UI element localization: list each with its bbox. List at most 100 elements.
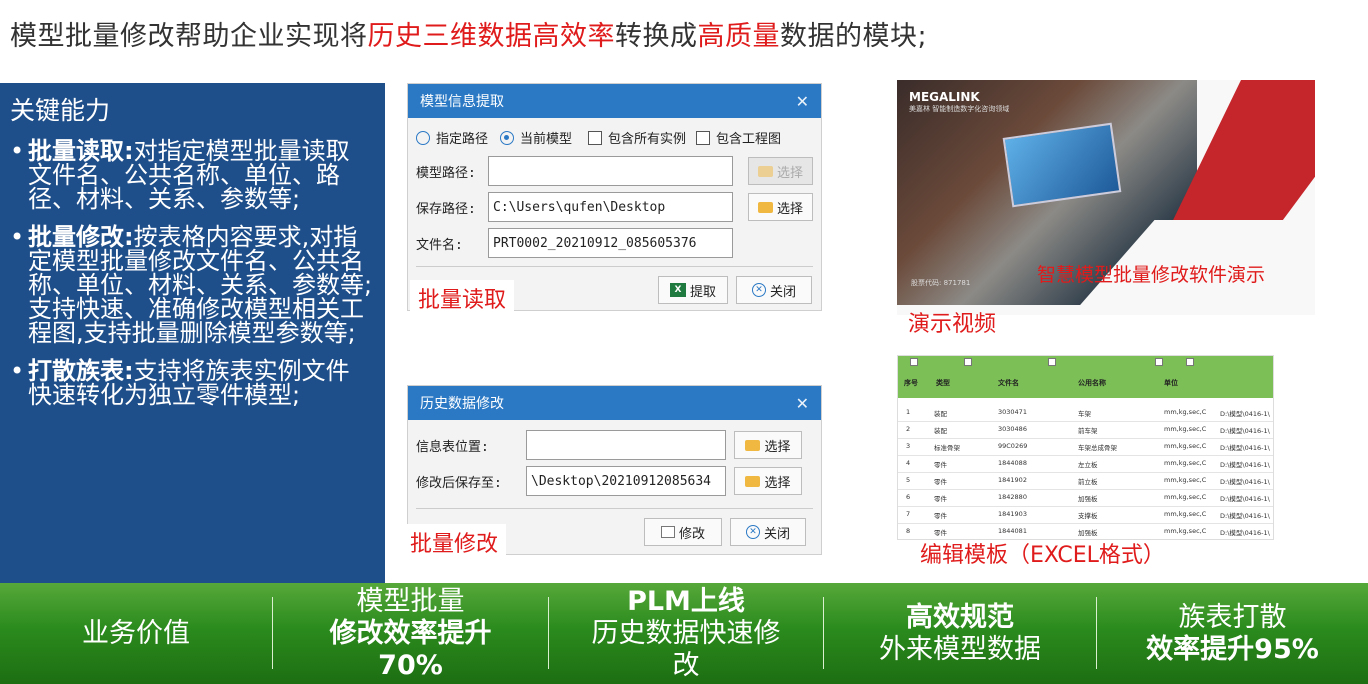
capability-item: 批量读取:对指定模型批量读取文件名、公共名称、单位、路径、材料、关系、参数等;: [10, 139, 373, 211]
excel-col-header: 单位: [1164, 379, 1178, 387]
company-subtitle: 美嘉林 智能制造数字化咨询领域: [909, 105, 1010, 113]
select-info-table-button[interactable]: 选择: [734, 431, 802, 459]
value-line-bold: 效率提升95%: [1146, 633, 1319, 665]
field-label: 修改后保存至:: [416, 475, 502, 491]
close-button[interactable]: ✕ 关闭: [730, 518, 806, 546]
radio-label: 指定路径: [436, 132, 489, 147]
value-line-bold: 修改效率提升: [329, 617, 492, 649]
excel-cell: 支撑板: [1078, 512, 1098, 520]
checkbox-drawings[interactable]: [696, 130, 711, 145]
value-line: 历史数据快速修: [591, 617, 781, 649]
caption-excel-template: 编辑模板（EXCEL格式）: [920, 543, 1165, 568]
save-to-input[interactable]: \Desktop\20210912085634: [526, 466, 726, 496]
excel-cell: mm,kg,sec,C: [1164, 408, 1207, 416]
excel-cell: D:\模型\0416-1\: [1220, 495, 1270, 503]
panel-title: 关键能力: [10, 96, 111, 125]
excel-cell: 3030486: [998, 425, 1027, 433]
dialog-title: 模型信息提取: [420, 94, 504, 110]
excel-cell: 1842880: [998, 493, 1027, 501]
excel-cell: 装配: [934, 410, 947, 418]
excel-cell: mm,kg,sec,C: [1164, 459, 1207, 467]
excel-cell: 1844088: [998, 459, 1027, 467]
folder-icon: [757, 165, 773, 177]
filter-dropdown-icon: [1048, 358, 1056, 366]
excel-cell: 装配: [934, 427, 947, 435]
caption-batch-read: 批量读取: [410, 280, 515, 316]
close-icon[interactable]: ✕: [796, 92, 809, 111]
excel-cell: 7: [906, 510, 911, 518]
excel-template-image: 序号 类型 文件名 公用名称 单位 1 装配 3030471 车架 mm,kg,sec,…: [897, 355, 1274, 540]
demo-video-thumbnail[interactable]: MEGALINK 美嘉林 智能制造数字化咨询领域 股票代码: 871781 智慧…: [897, 80, 1315, 315]
headline-seg4: 高质量: [697, 21, 780, 52]
excel-cell: 零件: [934, 495, 947, 503]
radio-specified-path[interactable]: [416, 130, 430, 145]
excel-cell: 车架: [1078, 410, 1091, 418]
headline-highlight-efficiency: 转换成: [615, 21, 698, 52]
excel-cell: mm,kg,sec,C: [1164, 510, 1207, 518]
radio-current-model[interactable]: [500, 130, 515, 145]
excel-cell: D:\模型\0416-1\: [1220, 444, 1270, 452]
excel-cell: 加强板: [1078, 495, 1098, 503]
select-save-to-button[interactable]: 选择: [734, 467, 802, 495]
close-button[interactable]: ✕ 关闭: [736, 276, 812, 304]
excel-cell: 99C0269: [998, 442, 1028, 450]
value-label-text: 业务价值: [82, 617, 190, 649]
excel-cell: 1: [906, 408, 911, 416]
close-icon[interactable]: ✕: [796, 394, 809, 413]
field-label: 文件名:: [416, 237, 463, 253]
headline-highlight-history: 历史三维数据: [367, 21, 533, 52]
save-path-input[interactable]: C:\Users\qufen\Desktop: [488, 192, 733, 222]
select-save-path-button[interactable]: 选择: [748, 193, 813, 221]
excel-cell: 零件: [934, 512, 947, 520]
excel-cell: mm,kg,sec,C: [1164, 476, 1207, 484]
button-label: 关闭: [769, 284, 796, 300]
model-info-extract-dialog: 模型信息提取 ✕ 指定路径 当前模型 包含所有实例 包含工程图 模型路径: 选择…: [407, 83, 822, 311]
excel-cell: 1844081: [998, 527, 1027, 535]
info-table-input[interactable]: [526, 430, 726, 460]
excel-cell: 1841903: [998, 510, 1027, 518]
headline: 模型批量修改帮助企业实现将历史三维数据高效率转换成高质量数据的模块;: [10, 14, 927, 53]
value-line-bold: 高效规范: [906, 601, 1014, 633]
excel-header-row: 序号 类型 文件名 公用名称 单位: [898, 356, 1273, 398]
megalink-logo: MEGALINK: [909, 90, 980, 104]
excel-cell: 4: [906, 459, 911, 467]
business-value-bar: 业务价值 模型批量 修改效率提升 70% PLM上线 历史数据快速修 改 高效规…: [0, 583, 1368, 684]
excel-cell: D:\模型\0416-1\: [1220, 410, 1270, 418]
value-cell-plm: PLM上线 历史数据快速修 改: [549, 583, 823, 684]
filename-input[interactable]: PRT0002_20210912_085605376: [488, 228, 733, 258]
filter-dropdown-icon: [964, 358, 972, 366]
model-path-input[interactable]: [488, 156, 733, 186]
button-label: 提取: [689, 284, 716, 300]
value-line-bold: PLM上线: [627, 585, 745, 617]
value-line: 改: [672, 649, 700, 681]
excel-cell: 左立板: [1078, 461, 1098, 469]
headline-highlight-quality: 数据的模块;: [780, 21, 928, 52]
checkbox-all-instances[interactable]: [588, 130, 603, 145]
excel-cell: 前车架: [1078, 427, 1098, 435]
select-model-path-button[interactable]: 选择: [748, 157, 813, 185]
excel-cell: mm,kg,sec,C: [1164, 527, 1207, 535]
button-label: 修改: [678, 526, 705, 542]
excel-col-header: 公用名称: [1078, 379, 1106, 387]
filter-dropdown-icon: [1155, 358, 1163, 366]
caption-demo-video: 演示视频: [908, 312, 997, 337]
headline-seg1: 模型批量修改帮助企业实现将: [10, 21, 368, 52]
checkbox-label: 包含工程图: [716, 132, 782, 147]
value-cell-standardize: 高效规范 外来模型数据: [824, 583, 1096, 684]
dialog-title: 历史数据修改: [420, 396, 504, 412]
excel-cell: 1841902: [998, 476, 1027, 484]
excel-cell: mm,kg,sec,C: [1164, 493, 1207, 501]
capability-item: 批量修改:按表格内容要求,对指定模型批量修改文件名、公共名称、单位、材料、关系、…: [10, 225, 373, 345]
button-label: 选择: [776, 201, 803, 217]
excel-cell: 5: [906, 476, 911, 484]
excel-cell: 6: [906, 493, 911, 501]
close-circle-icon: ✕: [745, 525, 760, 539]
excel-col-header: 类型: [936, 379, 950, 387]
filter-dropdown-icon: [1186, 358, 1194, 366]
modify-button[interactable]: 修改: [644, 518, 722, 546]
extract-button[interactable]: X 提取: [658, 276, 728, 304]
button-label: 选择: [776, 165, 803, 181]
excel-col-header: 序号: [904, 379, 918, 387]
key-capabilities-panel: 关键能力 批量读取:对指定模型批量读取文件名、公共名称、单位、路径、材料、关系、…: [0, 83, 385, 583]
folder-icon: [745, 439, 761, 451]
